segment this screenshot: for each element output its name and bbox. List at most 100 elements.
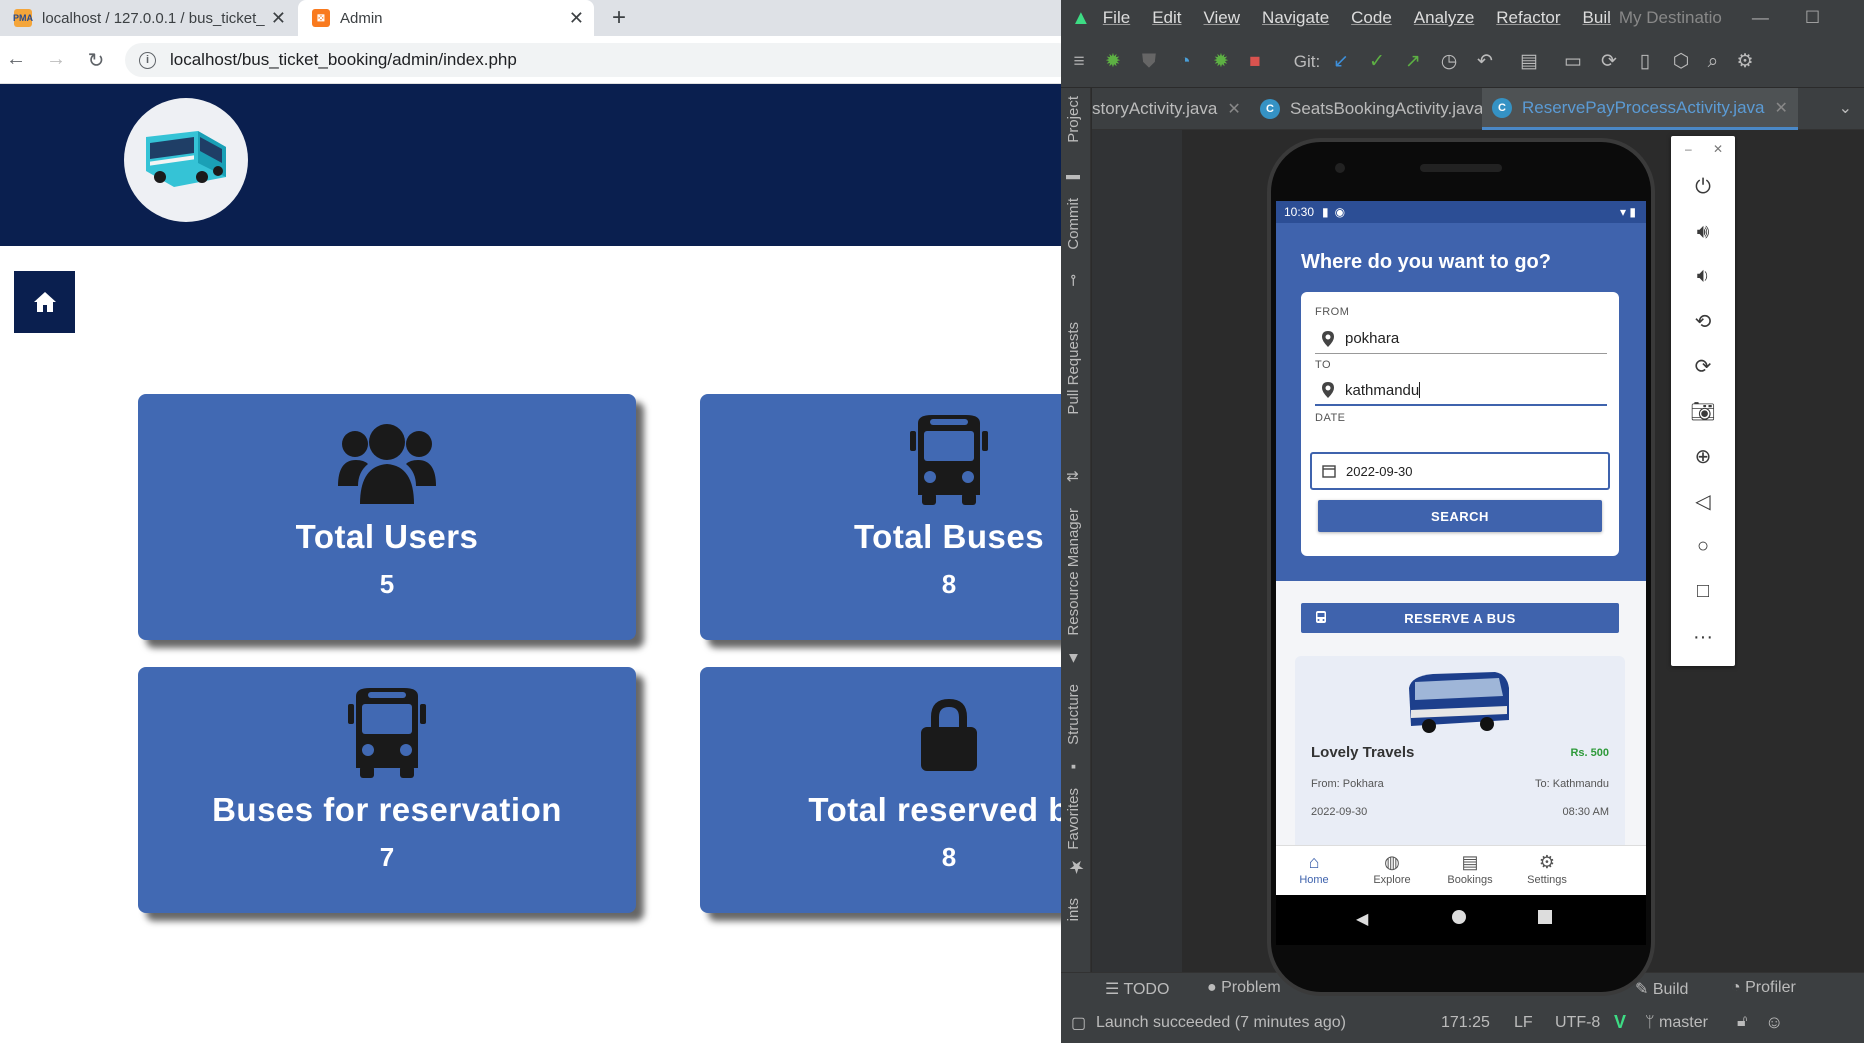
rotate-right-icon[interactable]: ⟳: [1671, 351, 1735, 381]
apply-changes-icon[interactable]: ✹: [1209, 50, 1233, 74]
git-update-icon[interactable]: ↙: [1329, 50, 1353, 74]
back-icon[interactable]: ◁: [1671, 486, 1735, 516]
build-tool[interactable]: ✎ Build: [1635, 979, 1688, 999]
bus-name: Lovely Travels: [1311, 744, 1415, 761]
more-icon[interactable]: ···: [1671, 622, 1735, 652]
menu-view[interactable]: View: [1204, 8, 1241, 28]
site-info-icon[interactable]: i: [139, 51, 156, 69]
home-button[interactable]: [14, 271, 75, 333]
line-separator[interactable]: LF: [1514, 1014, 1533, 1032]
device-manager-icon[interactable]: ▭: [1561, 50, 1585, 74]
sdk-icon[interactable]: ⬡: [1669, 50, 1693, 74]
nav-home[interactable]: ⌂ Home: [1276, 852, 1354, 886]
settings-icon[interactable]: ⚙: [1733, 50, 1757, 74]
card-value: 5: [379, 569, 395, 599]
menu-edit[interactable]: Edit: [1152, 8, 1181, 28]
bus-result-card[interactable]: Lovely Travels Rs. 500 From: Pokhara To:…: [1295, 656, 1625, 856]
git-push-icon[interactable]: ↗: [1401, 50, 1425, 74]
device-icon[interactable]: ▯: [1633, 50, 1657, 74]
search-icon[interactable]: ⌕: [1701, 50, 1725, 74]
tool-project[interactable]: Project: [1065, 96, 1082, 143]
volume-down-icon[interactable]: 🔉︎: [1671, 261, 1735, 291]
editor-tab-reserve[interactable]: C ReservePayProcessActivity.java ✕: [1482, 88, 1798, 130]
tool-variants[interactable]: ints: [1065, 898, 1082, 921]
sync-icon[interactable]: ⟳: [1597, 50, 1621, 74]
power-icon[interactable]: ⏻: [1671, 172, 1735, 202]
tool-pull-requests[interactable]: Pull Requests: [1065, 322, 1082, 415]
address-bar[interactable]: i localhost/bus_ticket_booking/admin/ind…: [125, 43, 1061, 77]
debug-icon[interactable]: ✹: [1101, 50, 1125, 74]
overview-icon[interactable]: □: [1671, 576, 1735, 606]
tool-favorites[interactable]: Favorites: [1065, 788, 1082, 850]
bus-logo[interactable]: [124, 98, 248, 222]
close-icon[interactable]: ✕: [569, 8, 584, 29]
menu-refactor[interactable]: Refactor: [1496, 8, 1560, 28]
todo-tool[interactable]: ☰ TODO: [1105, 979, 1169, 999]
search-button[interactable]: SEARCH: [1318, 500, 1602, 532]
profile-icon[interactable]: ◔: [1173, 50, 1197, 74]
editor-tab-history[interactable]: storyActivity.java ✕: [1092, 88, 1241, 130]
git-commit-icon[interactable]: ✓: [1365, 50, 1389, 74]
forward-icon[interactable]: →: [44, 48, 68, 71]
zoom-icon[interactable]: ⊕: [1671, 441, 1735, 471]
menu-code[interactable]: Code: [1351, 8, 1392, 28]
close-icon[interactable]: ✕: [271, 8, 286, 29]
card-total-reserved[interactable]: Total reserved bu 8: [700, 667, 1061, 913]
nav-explore[interactable]: ◍ Explore: [1352, 852, 1432, 886]
tool-resource-manager[interactable]: Resource Manager: [1065, 508, 1082, 636]
overview-icon[interactable]: [1538, 910, 1552, 924]
card-total-buses[interactable]: Total Buses 8: [700, 394, 1061, 640]
camera-icon[interactable]: 📷︎: [1671, 396, 1735, 426]
rollback-icon[interactable]: ↶: [1473, 50, 1497, 74]
tab-phpmyadmin[interactable]: PMA localhost / 127.0.0.1 / bus_ticket_ …: [0, 0, 296, 36]
minimize-icon[interactable]: –: [1685, 142, 1692, 156]
tab-admin[interactable]: ⊠ Admin ✕: [298, 0, 594, 36]
lock-icon[interactable]: 🔓︎: [1737, 1013, 1747, 1031]
date-field[interactable]: 2022-09-30: [1310, 452, 1610, 490]
menu-file[interactable]: File: [1103, 8, 1130, 28]
editor-tab-seats[interactable]: C SeatsBookingActivity.java✕: [1260, 88, 1507, 130]
new-tab-icon[interactable]: +: [612, 4, 626, 32]
menu-build[interactable]: Buil: [1583, 8, 1611, 28]
close-icon[interactable]: ✕: [1775, 98, 1788, 118]
layout-icon[interactable]: ▢: [1071, 1013, 1086, 1033]
reserve-bus-button[interactable]: RESERVE A BUS: [1301, 603, 1619, 633]
history-icon[interactable]: ◷: [1437, 50, 1461, 74]
list-icon[interactable]: ≡: [1067, 50, 1091, 74]
back-icon[interactable]: ◀: [1356, 909, 1368, 929]
to-value: kathmandu: [1345, 381, 1420, 399]
to-label: TO: [1315, 359, 1332, 371]
card-total-users[interactable]: Total Users 5: [138, 394, 636, 640]
attach-icon[interactable]: ⛊: [1137, 50, 1161, 74]
home-icon[interactable]: ○: [1671, 531, 1735, 561]
menu-navigate[interactable]: Navigate: [1262, 8, 1329, 28]
vim-icon[interactable]: V: [1614, 1012, 1626, 1033]
feedback-icon[interactable]: ☺: [1765, 1012, 1783, 1033]
git-branch[interactable]: ᛘ master: [1645, 1014, 1708, 1032]
to-field[interactable]: kathmandu: [1315, 376, 1607, 406]
card-buses-for-reservation[interactable]: Buses for reservation 7: [138, 667, 636, 913]
profiler-tool[interactable]: ◔ Profiler: [1731, 979, 1796, 997]
tool-structure[interactable]: Structure: [1065, 684, 1082, 745]
problems-tool[interactable]: ● Problem: [1207, 979, 1281, 997]
reload-icon[interactable]: ↻: [84, 48, 108, 73]
rotate-left-icon[interactable]: ⟲: [1671, 306, 1735, 336]
minimize-icon[interactable]: —: [1752, 8, 1769, 28]
menu-analyze[interactable]: Analyze: [1414, 8, 1474, 28]
project-structure-icon[interactable]: ▤: [1517, 50, 1541, 74]
cursor-position[interactable]: 171:25: [1441, 1014, 1490, 1032]
from-field[interactable]: pokhara: [1315, 324, 1607, 354]
close-icon[interactable]: ✕: [1713, 142, 1723, 156]
home-icon[interactable]: [1452, 910, 1466, 924]
file-encoding[interactable]: UTF-8: [1555, 1014, 1600, 1032]
tool-commit[interactable]: Commit: [1065, 198, 1082, 250]
back-icon[interactable]: ←: [4, 48, 28, 71]
volume-up-icon[interactable]: 🔊︎: [1671, 217, 1735, 247]
nav-settings[interactable]: ⚙ Settings: [1507, 852, 1587, 886]
commit-icon: ⊸: [1065, 274, 1082, 287]
nav-bookings[interactable]: ▤ Bookings: [1430, 852, 1510, 886]
close-icon[interactable]: ✕: [1227, 99, 1240, 119]
stop-icon[interactable]: ■: [1243, 50, 1267, 74]
tabs-dropdown-icon[interactable]: ⌄: [1839, 98, 1852, 118]
maximize-icon[interactable]: ☐: [1805, 8, 1820, 28]
